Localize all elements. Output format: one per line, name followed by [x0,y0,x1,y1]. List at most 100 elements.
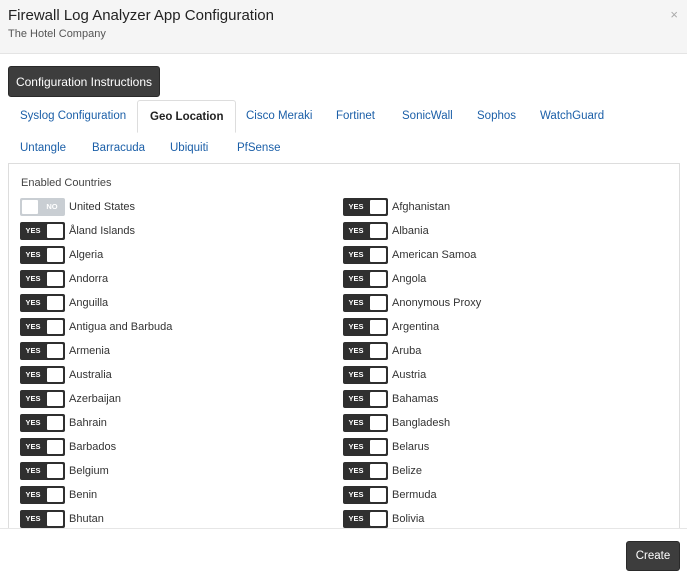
country-row: YES Åland Islands [20,219,172,243]
close-icon[interactable]: × [670,7,678,22]
country-name: Bolivia [392,513,425,525]
country-name: Benin [69,489,98,501]
country-row: YES Anonymous Proxy [343,291,481,315]
country-name: Åland Islands [69,225,136,237]
tab-watchguard[interactable]: WatchGuard [540,110,604,122]
tab-bar: Syslog Configuration Geo Location Cisco … [8,100,680,165]
country-toggle[interactable]: NO [20,198,65,216]
country-toggle[interactable]: YES [343,438,388,456]
toggle-state-label: YES [348,250,364,259]
toggle-state-label: YES [25,514,41,523]
countries-column-left: NO United States YES Åland Islands YES Algeri… [20,195,172,528]
toggle-knob [47,464,63,478]
country-name: Anonymous Proxy [392,297,482,309]
country-toggle[interactable]: YES [20,318,65,336]
tab-ubiquiti[interactable]: Ubiquiti [170,142,208,154]
country-name: Bhutan [69,513,104,525]
tab-cisco-meraki[interactable]: Cisco Meraki [246,110,312,122]
country-row: YES Aruba [343,339,481,363]
country-name: Albania [392,225,429,237]
toggle-knob [370,248,386,262]
toggle-state-label: YES [348,274,364,283]
country-toggle[interactable]: YES [20,294,65,312]
country-toggle[interactable]: YES [343,294,388,312]
toggle-state-label: YES [25,322,41,331]
toggle-knob [47,440,63,454]
toggle-state-label: YES [348,394,364,403]
country-toggle[interactable]: YES [343,342,388,360]
modal-subtitle: The Hotel Company [8,28,106,40]
toggle-state-label: YES [25,346,41,355]
country-toggle[interactable]: YES [343,486,388,504]
toggle-knob [47,320,63,334]
configuration-instructions-button[interactable]: Configuration Instructions [8,66,160,97]
country-toggle[interactable]: YES [20,438,65,456]
country-name: Bahrain [69,417,107,429]
toggle-knob [370,344,386,358]
toggle-state-label: YES [348,442,364,451]
country-name: Barbados [69,441,117,453]
toggle-knob [370,392,386,406]
tab-syslog-configuration[interactable]: Syslog Configuration [20,110,126,122]
country-toggle[interactable]: YES [343,462,388,480]
country-row: YES Australia [20,363,172,387]
tab-sophos[interactable]: Sophos [477,110,516,122]
country-toggle[interactable]: YES [20,342,65,360]
country-toggle[interactable]: YES [20,486,65,504]
country-toggle[interactable]: YES [20,510,65,528]
tab-fortinet[interactable]: Fortinet [336,110,375,122]
toggle-knob [47,344,63,358]
country-name: Anguilla [69,297,109,309]
country-toggle[interactable]: YES [343,270,388,288]
country-name: Azerbaijan [69,393,121,405]
tab-barracuda[interactable]: Barracuda [92,142,145,154]
toggle-state-label: YES [348,370,364,379]
country-name: Belgium [69,465,109,477]
country-toggle[interactable]: YES [20,390,65,408]
country-name: Angola [392,273,427,285]
country-toggle[interactable]: YES [343,390,388,408]
country-toggle[interactable]: YES [343,222,388,240]
toggle-knob [47,392,63,406]
country-toggle[interactable]: YES [20,222,65,240]
country-row: YES Bermuda [343,483,481,507]
country-toggle[interactable]: YES [20,366,65,384]
country-toggle[interactable]: YES [343,510,388,528]
toggle-knob [370,488,386,502]
country-name: Antigua and Barbuda [69,321,173,333]
country-row: YES Armenia [20,339,172,363]
country-toggle[interactable]: YES [343,414,388,432]
country-row: YES Angola [343,267,481,291]
geo-location-panel[interactable]: Enabled Countries NO United States YES Ålan… [8,164,680,528]
country-toggle[interactable]: YES [20,462,65,480]
country-row: YES Anguilla [20,291,172,315]
tab-sonicwall[interactable]: SonicWall [402,110,453,122]
modal-header: Firewall Log Analyzer App Configuration … [0,0,687,54]
country-toggle[interactable]: YES [20,270,65,288]
toggle-knob [47,296,63,310]
country-toggle[interactable]: YES [343,246,388,264]
toggle-state-label: YES [348,346,364,355]
country-toggle[interactable]: YES [343,318,388,336]
toggle-knob [370,272,386,286]
create-button[interactable]: Create [626,541,680,571]
country-name: Australia [69,369,112,381]
toggle-state-label: YES [348,490,364,499]
country-name: United States [69,201,136,213]
tab-untangle[interactable]: Untangle [20,142,66,154]
toggle-knob [370,224,386,238]
country-toggle[interactable]: YES [343,366,388,384]
toggle-state-label: YES [25,226,41,235]
country-toggle[interactable]: YES [343,198,388,216]
toggle-knob [370,512,386,526]
toggle-state-label: YES [348,226,364,235]
country-toggle[interactable]: YES [20,246,65,264]
country-row: YES Bahrain [20,411,172,435]
toggle-knob [47,512,63,526]
country-row: YES Bolivia [343,507,481,528]
tab-geo-location[interactable]: Geo Location [137,100,237,133]
country-toggle[interactable]: YES [20,414,65,432]
toggle-knob [370,320,386,334]
footer-divider [0,528,687,529]
tab-pfsense[interactable]: PfSense [237,142,280,154]
